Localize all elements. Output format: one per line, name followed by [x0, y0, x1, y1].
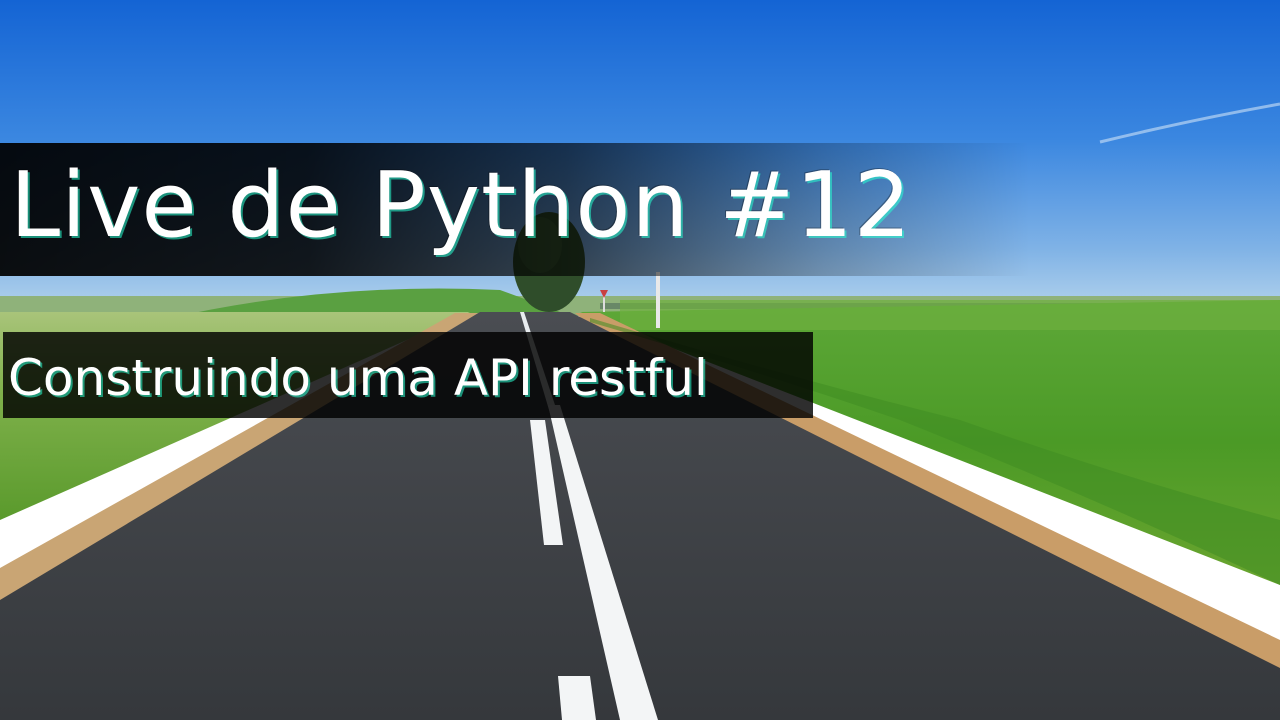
video-subtitle: Construindo uma API restful: [8, 349, 708, 407]
lane-marking: [558, 676, 596, 720]
video-title: Live de Python #12: [10, 153, 913, 258]
roadside-pole: [656, 272, 660, 328]
